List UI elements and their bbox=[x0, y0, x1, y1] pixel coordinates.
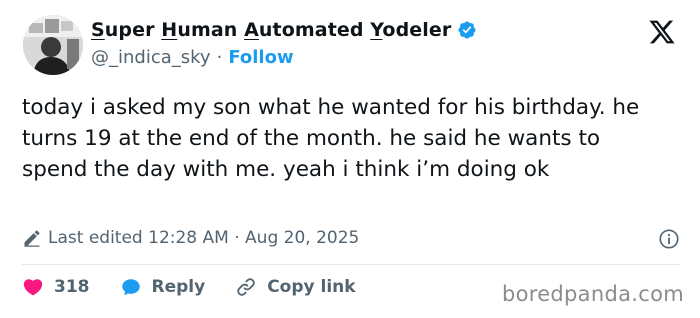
author-name-part: utomated bbox=[258, 19, 371, 41]
tweet-actions: 318 Reply Copy link bbox=[22, 276, 386, 298]
author-name-part: Y bbox=[370, 19, 383, 41]
reply-button[interactable]: Reply bbox=[120, 276, 206, 298]
tweet-date[interactable]: Aug 20, 2025 bbox=[245, 228, 359, 248]
like-button[interactable]: 318 bbox=[22, 276, 90, 298]
meta-separator: · bbox=[234, 228, 240, 248]
author-name-part: uman bbox=[177, 19, 245, 41]
tweet-time[interactable]: 12:28 AM bbox=[148, 228, 229, 248]
divider bbox=[22, 264, 680, 265]
tweet-text: today i asked my son what he wanted for … bbox=[22, 95, 640, 182]
info-icon[interactable] bbox=[658, 228, 680, 250]
copy-link-button[interactable]: Copy link bbox=[235, 276, 356, 298]
pencil-icon bbox=[24, 230, 40, 247]
author-name-part: uper bbox=[104, 19, 162, 41]
verified-badge-icon bbox=[458, 21, 476, 39]
author-name-part: S bbox=[91, 19, 105, 41]
author-name-part: odeler bbox=[382, 19, 452, 41]
x-logo-icon[interactable] bbox=[648, 18, 676, 46]
handle-separator: · bbox=[216, 47, 223, 68]
author-handle[interactable]: @_indica_sky bbox=[91, 47, 211, 68]
heart-icon bbox=[23, 279, 43, 296]
tweet-meta-row: Last edited 12:28 AM · Aug 20, 2025 bbox=[22, 228, 680, 250]
author-handle-row: @_indica_sky · Follow bbox=[91, 47, 294, 68]
avatar-photo bbox=[23, 15, 83, 75]
author-name-part: H bbox=[161, 19, 178, 41]
link-icon bbox=[237, 278, 255, 296]
tweet-card: Super Human Automated Yodeler @_indica_s… bbox=[0, 0, 700, 318]
last-edited-label[interactable]: Last edited bbox=[48, 228, 143, 248]
author-display-name[interactable]: Super Human Automated Yodeler bbox=[91, 19, 451, 41]
author-name-part: A bbox=[244, 19, 259, 41]
avatar[interactable] bbox=[23, 15, 83, 75]
copy-link-label: Copy link bbox=[267, 277, 356, 297]
like-count: 318 bbox=[54, 277, 90, 297]
follow-button[interactable]: Follow bbox=[228, 47, 293, 68]
reply-label: Reply bbox=[151, 277, 206, 297]
reply-bubble-icon bbox=[121, 279, 140, 296]
watermark: boredpanda.com bbox=[501, 282, 684, 306]
author-name-row: Super Human Automated Yodeler bbox=[91, 19, 477, 41]
